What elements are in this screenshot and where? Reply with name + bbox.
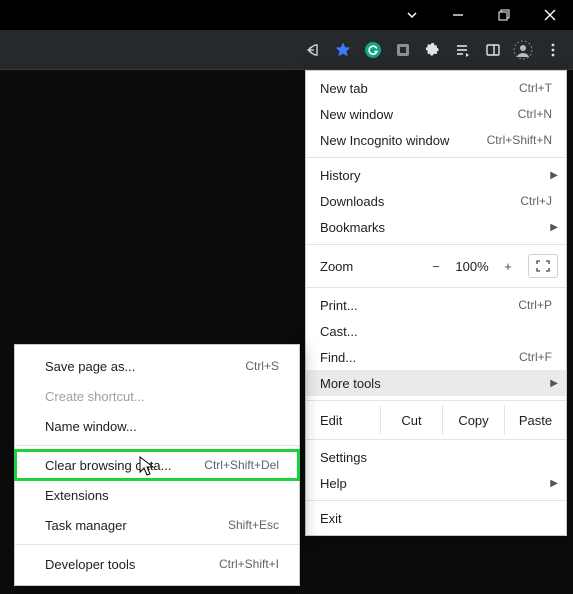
- menu-label: Cast...: [320, 324, 358, 339]
- menu-item-zoom: Zoom − 100% +: [306, 249, 566, 283]
- menu-label: Find...: [320, 350, 356, 365]
- extensions-puzzle-icon[interactable]: [419, 36, 447, 64]
- close-button[interactable]: [527, 0, 573, 30]
- submenu-arrow-icon: ▶: [550, 378, 558, 389]
- menu-item-new-incognito[interactable]: New Incognito window Ctrl+Shift+N: [306, 127, 566, 153]
- menu-label: Settings: [320, 450, 367, 465]
- menu-shortcut: Ctrl+S: [245, 359, 279, 373]
- menu-label: History: [320, 168, 360, 183]
- menu-label: Task manager: [45, 518, 127, 533]
- menu-item-edit: Edit Cut Copy Paste: [306, 405, 566, 435]
- menu-item-find[interactable]: Find... Ctrl+F: [306, 344, 566, 370]
- menu-shortcut: Ctrl+Shift+N: [487, 133, 552, 147]
- menu-item-new-window[interactable]: New window Ctrl+N: [306, 101, 566, 127]
- menu-separator: [306, 244, 566, 245]
- submenu-arrow-icon: ▶: [550, 170, 558, 181]
- menu-shortcut: Ctrl+Shift+Del: [204, 458, 279, 472]
- menu-label: Developer tools: [45, 557, 135, 572]
- submenu-arrow-icon: ▶: [550, 222, 558, 233]
- menu-label: Edit: [320, 413, 380, 428]
- submenu-item-save-page[interactable]: Save page as... Ctrl+S: [15, 351, 299, 381]
- menu-shortcut: Ctrl+Shift+I: [219, 557, 279, 571]
- menu-label: Help: [320, 476, 347, 491]
- grammarly-icon[interactable]: [359, 36, 387, 64]
- menu-label: New tab: [320, 81, 368, 96]
- menu-separator: [306, 500, 566, 501]
- menu-shortcut: Ctrl+N: [518, 107, 552, 121]
- menu-label: Bookmarks: [320, 220, 385, 235]
- menu-label: Extensions: [45, 488, 109, 503]
- menu-item-downloads[interactable]: Downloads Ctrl+J: [306, 188, 566, 214]
- menu-separator: [306, 287, 566, 288]
- submenu-item-clear-browsing-data[interactable]: Clear browsing data... Ctrl+Shift+Del: [15, 450, 299, 480]
- menu-item-exit[interactable]: Exit: [306, 505, 566, 531]
- menu-separator: [15, 445, 299, 446]
- menu-label: Create shortcut...: [45, 389, 145, 404]
- menu-item-more-tools[interactable]: More tools ▶: [306, 370, 566, 396]
- menu-label: Print...: [320, 298, 358, 313]
- zoom-in-button[interactable]: +: [494, 259, 522, 274]
- window-titlebar: [0, 0, 573, 30]
- menu-shortcut: Ctrl+P: [518, 298, 552, 312]
- menu-label: Clear browsing data...: [45, 458, 171, 473]
- menu-label: New window: [320, 107, 393, 122]
- maximize-button[interactable]: [481, 0, 527, 30]
- extension-icon[interactable]: [389, 36, 417, 64]
- main-menu: New tab Ctrl+T New window Ctrl+N New Inc…: [305, 70, 567, 536]
- menu-label: More tools: [320, 376, 381, 391]
- star-icon[interactable]: [329, 36, 357, 64]
- edit-cut-button[interactable]: Cut: [380, 405, 442, 435]
- minimize-button[interactable]: [435, 0, 481, 30]
- submenu-arrow-icon: ▶: [550, 478, 558, 489]
- submenu-item-task-manager[interactable]: Task manager Shift+Esc: [15, 510, 299, 540]
- edit-copy-button[interactable]: Copy: [442, 405, 504, 435]
- edit-paste-button[interactable]: Paste: [504, 405, 566, 435]
- kebab-menu-icon[interactable]: [539, 36, 567, 64]
- menu-shortcut: Ctrl+F: [519, 350, 552, 364]
- menu-label: Name window...: [45, 419, 137, 434]
- tab-dropdown-button[interactable]: [389, 0, 435, 30]
- menu-shortcut: Shift+Esc: [228, 518, 279, 532]
- zoom-out-button[interactable]: −: [422, 259, 450, 274]
- menu-shortcut: Ctrl+J: [520, 194, 552, 208]
- menu-item-bookmarks[interactable]: Bookmarks ▶: [306, 214, 566, 240]
- menu-label: New Incognito window: [320, 133, 449, 148]
- submenu-item-extensions[interactable]: Extensions: [15, 480, 299, 510]
- zoom-value: 100%: [450, 259, 494, 274]
- menu-item-print[interactable]: Print... Ctrl+P: [306, 292, 566, 318]
- submenu-item-create-shortcut: Create shortcut...: [15, 381, 299, 411]
- menu-item-help[interactable]: Help ▶: [306, 470, 566, 496]
- profile-avatar-icon[interactable]: [509, 36, 537, 64]
- media-list-icon[interactable]: [449, 36, 477, 64]
- sidepanel-icon[interactable]: [479, 36, 507, 64]
- more-tools-submenu: Save page as... Ctrl+S Create shortcut..…: [14, 344, 300, 586]
- menu-item-history[interactable]: History ▶: [306, 162, 566, 188]
- share-icon[interactable]: [299, 36, 327, 64]
- fullscreen-button[interactable]: [528, 254, 558, 278]
- menu-item-new-tab[interactable]: New tab Ctrl+T: [306, 75, 566, 101]
- menu-separator: [306, 157, 566, 158]
- menu-separator: [306, 400, 566, 401]
- menu-item-cast[interactable]: Cast...: [306, 318, 566, 344]
- submenu-item-developer-tools[interactable]: Developer tools Ctrl+Shift+I: [15, 549, 299, 579]
- submenu-item-name-window[interactable]: Name window...: [15, 411, 299, 441]
- menu-label: Save page as...: [45, 359, 135, 374]
- menu-separator: [306, 439, 566, 440]
- browser-toolbar: [0, 30, 573, 70]
- menu-shortcut: Ctrl+T: [519, 81, 552, 95]
- menu-item-settings[interactable]: Settings: [306, 444, 566, 470]
- menu-label: Exit: [320, 511, 342, 526]
- menu-label: Zoom: [320, 259, 422, 274]
- menu-label: Downloads: [320, 194, 384, 209]
- menu-separator: [15, 544, 299, 545]
